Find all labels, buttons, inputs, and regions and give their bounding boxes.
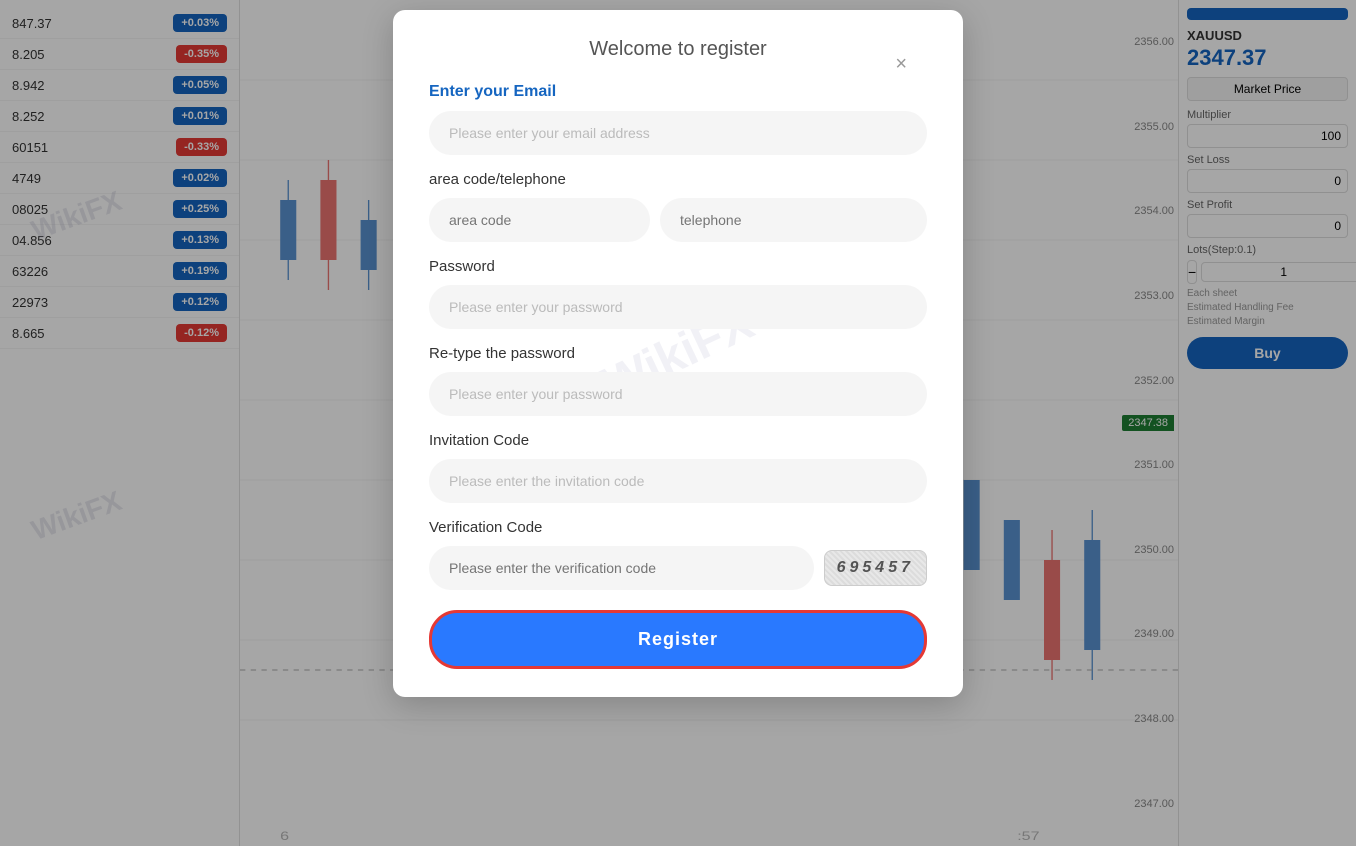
invitation-code-input[interactable] xyxy=(429,459,927,503)
area-code-input[interactable] xyxy=(429,198,650,242)
password-section-label: Password xyxy=(429,258,927,275)
phone-section-label: area code/telephone xyxy=(429,171,927,188)
modal-overlay: WikiFX Welcome to register × Enter your … xyxy=(0,0,1356,846)
phone-row xyxy=(429,198,927,242)
modal-close-button[interactable]: × xyxy=(895,54,907,74)
captcha-image[interactable]: 695457 xyxy=(824,550,927,586)
registration-modal: WikiFX Welcome to register × Enter your … xyxy=(393,10,963,697)
phone-input[interactable] xyxy=(660,198,927,242)
verification-code-input[interactable] xyxy=(429,546,814,590)
register-button[interactable]: Register xyxy=(429,610,927,669)
email-section-title: Enter your Email xyxy=(429,83,927,101)
verification-section-label: Verification Code xyxy=(429,519,927,536)
email-input[interactable] xyxy=(429,111,927,155)
modal-title: Welcome to register xyxy=(429,38,927,61)
retype-section-label: Re-type the password xyxy=(429,345,927,362)
verification-row: 695457 xyxy=(429,546,927,590)
password-input[interactable] xyxy=(429,285,927,329)
retype-password-input[interactable] xyxy=(429,372,927,416)
invitation-section-label: Invitation Code xyxy=(429,432,927,449)
